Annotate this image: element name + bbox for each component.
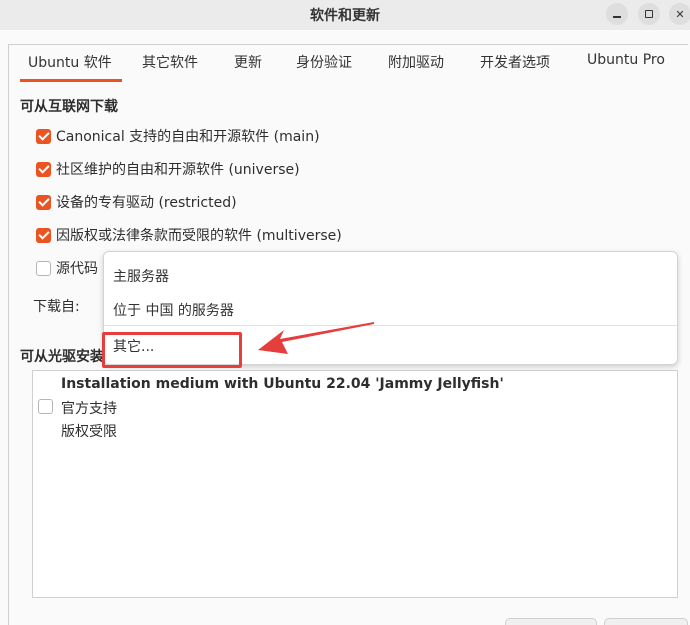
source-code-checkbox-row[interactable]: 源代码 xyxy=(36,258,98,278)
source-code-label: 源代码 xyxy=(56,261,98,277)
media-name: Installation medium with Ubuntu 22.04 'J… xyxy=(61,376,504,392)
maximize-button[interactable] xyxy=(638,3,660,25)
tab-other-software[interactable]: 其它软件 xyxy=(142,52,198,72)
download-from-label: 下载自: xyxy=(33,299,80,315)
menu-item-china-server[interactable]: 位于 中国 的服务器 xyxy=(113,300,234,320)
tab-updates[interactable]: 更新 xyxy=(234,52,262,72)
maximize-icon xyxy=(645,10,653,18)
revert-button[interactable] xyxy=(505,618,597,625)
media-checkbox[interactable] xyxy=(38,399,53,414)
restricted-label: 设备的专有驱动 (restricted) xyxy=(56,195,237,211)
install-media-list[interactable]: Installation medium with Ubuntu 22.04 'J… xyxy=(32,370,678,598)
multiverse-checkbox[interactable] xyxy=(36,227,51,243)
tab-developer-options[interactable]: 开发者选项 xyxy=(480,52,550,72)
media-official-support: 官方支持 xyxy=(61,401,117,417)
main-checkbox[interactable] xyxy=(36,128,51,144)
universe-label: 社区维护的自由和开源软件 (universe) xyxy=(56,162,300,178)
tab-authentication[interactable]: 身份验证 xyxy=(296,52,352,72)
main-checkbox-row[interactable]: Canonical 支持的自由和开源软件 (main) xyxy=(36,126,320,146)
main-label: Canonical 支持的自由和开源软件 (main) xyxy=(56,129,320,145)
minimize-button[interactable] xyxy=(606,3,628,25)
cdrom-section-title: 可从光驱安装 xyxy=(20,349,104,365)
tab-additional-drivers[interactable]: 附加驱动 xyxy=(388,52,444,72)
tab-ubuntu-software[interactable]: Ubuntu 软件 xyxy=(20,52,122,82)
annotation-highlight-box xyxy=(102,332,242,368)
multiverse-checkbox-row[interactable]: 因版权或法律条款而受限的软件 (multiverse) xyxy=(36,225,342,245)
window-title: 软件和更新 xyxy=(310,8,380,24)
universe-checkbox[interactable] xyxy=(36,161,51,177)
universe-checkbox-row[interactable]: 社区维护的自由和开源软件 (universe) xyxy=(36,159,300,179)
close-button[interactable]: ✕ xyxy=(669,3,690,25)
media-restricted: 版权受限 xyxy=(61,424,117,440)
tab-bar: Ubuntu 软件 其它软件 更新 身份验证 附加驱动 开发者选项 Ubuntu… xyxy=(8,44,690,82)
close-dialog-button[interactable] xyxy=(604,618,688,625)
menu-separator xyxy=(104,325,677,326)
restricted-checkbox-row[interactable]: 设备的专有驱动 (restricted) xyxy=(36,192,237,212)
source-code-checkbox[interactable] xyxy=(36,260,51,276)
title-bar: 软件和更新 ✕ xyxy=(0,0,690,30)
internet-section-title: 可从互联网下载 xyxy=(20,99,118,115)
restricted-checkbox[interactable] xyxy=(36,194,51,210)
multiverse-label: 因版权或法律条款而受限的软件 (multiverse) xyxy=(56,228,342,244)
tab-ubuntu-pro[interactable]: Ubuntu Pro xyxy=(587,52,665,68)
close-icon: ✕ xyxy=(675,7,685,21)
menu-item-main-server[interactable]: 主服务器 xyxy=(113,266,169,286)
annotation-arrow-icon xyxy=(258,322,374,354)
minimize-icon xyxy=(613,16,621,18)
